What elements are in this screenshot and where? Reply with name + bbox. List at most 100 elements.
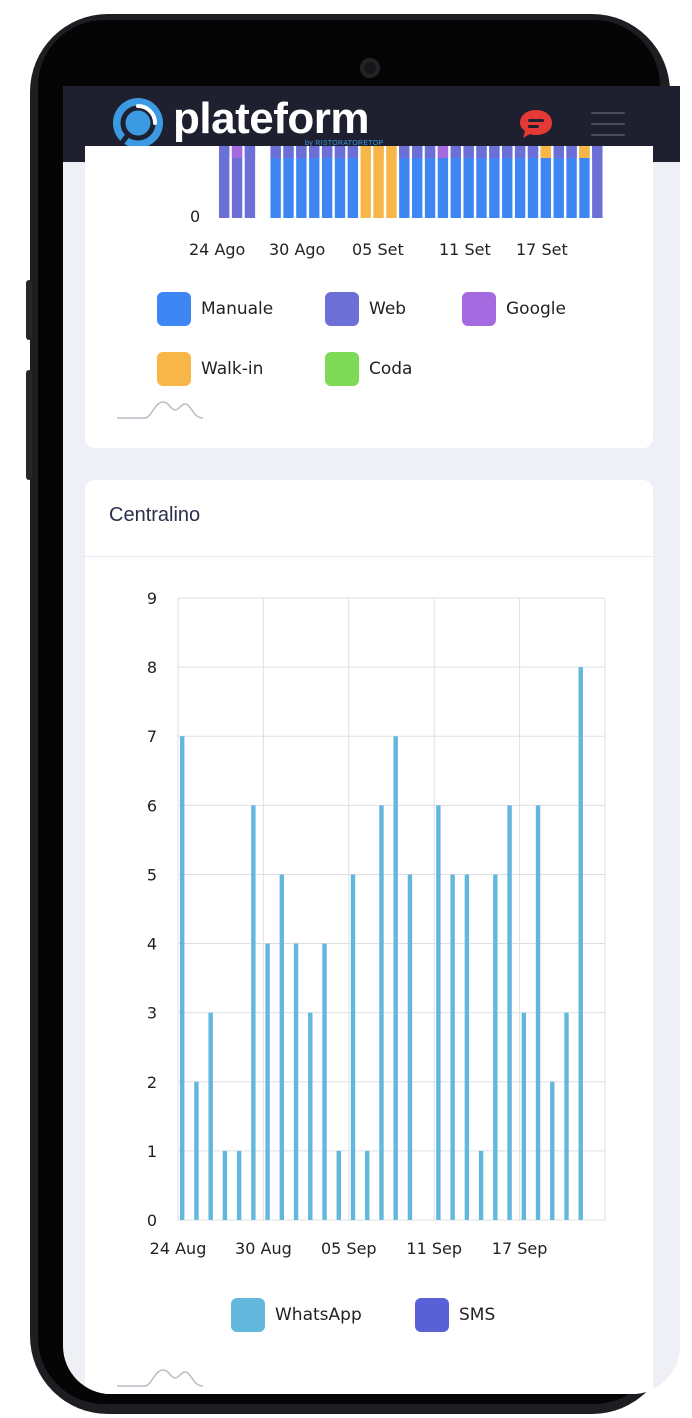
- bar-whatsapp: [436, 805, 441, 1220]
- y-tick-label: 4: [147, 935, 157, 954]
- stacked-bar-segment: [437, 146, 449, 158]
- stacked-bar-segment: [283, 146, 294, 158]
- legend-item-coda[interactable]: Coda: [325, 352, 412, 386]
- bar-whatsapp: [194, 1081, 199, 1220]
- stacked-bar-segment: [489, 146, 500, 158]
- stacked-bar-segment: [399, 146, 410, 158]
- stacked-bar-segment: [514, 146, 526, 158]
- stacked-bar-segment: [553, 146, 564, 158]
- legend-swatch: [325, 292, 359, 326]
- y-tick-label: 1: [147, 1142, 157, 1161]
- bar-whatsapp: [350, 874, 356, 1220]
- y-tick-label: 0: [190, 207, 200, 226]
- legend-swatch: [325, 352, 359, 386]
- legend-swatch: [157, 292, 191, 326]
- bar-whatsapp: [507, 805, 512, 1220]
- card-title: Centralino: [109, 504, 201, 526]
- legend-item-whatsapp[interactable]: WhatsApp: [231, 1298, 362, 1332]
- bar-whatsapp: [379, 805, 384, 1220]
- stacked-bar-segment: [502, 146, 513, 158]
- stacked-bar-segment: [579, 146, 590, 158]
- bar-whatsapp: [450, 874, 455, 1220]
- bar-whatsapp: [521, 1012, 526, 1220]
- bar-whatsapp: [236, 1150, 242, 1220]
- stacked-bar-segment: [321, 146, 333, 158]
- legend-swatch: [231, 1298, 265, 1332]
- x-tick-label: 24 Ago: [189, 240, 245, 259]
- x-tick-label: 30 Ago: [269, 240, 325, 259]
- stacked-bar-segment: [463, 146, 474, 158]
- legend-label: Coda: [369, 359, 413, 379]
- bar-whatsapp: [251, 805, 256, 1220]
- stacked-bar-segment: [244, 146, 256, 158]
- stacked-bar-segment: [231, 146, 243, 158]
- x-tick-label: 17 Sep: [492, 1239, 548, 1258]
- bar-whatsapp: [550, 1081, 555, 1220]
- bar-whatsapp: [180, 736, 185, 1220]
- bar-whatsapp: [393, 736, 398, 1220]
- legend-label: Web: [369, 299, 407, 319]
- chart-grid: [177, 597, 606, 1221]
- bar-whatsapp: [208, 1012, 213, 1220]
- x-tick-label: 17 Set: [516, 240, 568, 259]
- stacked-bars: [219, 146, 603, 218]
- legend-label: SMS: [459, 1305, 496, 1325]
- stacked-bar-segment: [450, 146, 461, 158]
- stacked-bar-segment: [527, 146, 539, 158]
- menu-line: [591, 123, 625, 125]
- legend-item-walk-in[interactable]: Walk-in: [157, 352, 263, 386]
- bar-whatsapp: [493, 874, 498, 1220]
- x-tick-label: 11 Set: [439, 240, 491, 259]
- legend-swatch: [415, 1298, 449, 1332]
- card-divider: [85, 556, 653, 557]
- legend-item-web[interactable]: Web: [325, 292, 406, 326]
- sparkline-icon: [117, 1369, 204, 1387]
- front-camera: [360, 58, 380, 78]
- legend-item-manuale[interactable]: Manuale: [157, 292, 273, 326]
- chat-bubble-icon[interactable]: [519, 108, 553, 140]
- stacked-bar-segment: [270, 146, 281, 158]
- bar-whatsapp: [478, 1150, 484, 1220]
- stacked-bar-segment: [219, 146, 230, 158]
- legend-label: Manuale: [201, 299, 274, 319]
- stacked-bar-segment: [386, 146, 397, 158]
- y-tick-label: 9: [147, 589, 157, 608]
- y-tick-label: 8: [147, 658, 157, 677]
- legend-swatch: [157, 352, 191, 386]
- legend-label: Google: [506, 299, 566, 319]
- bar-whatsapp: [293, 943, 299, 1220]
- bar-whatsapp: [564, 1012, 569, 1220]
- y-tick-label: 2: [147, 1073, 157, 1092]
- x-tick-label: 05 Set: [352, 240, 404, 259]
- logo-mark-icon[interactable]: [111, 96, 165, 150]
- legend-swatch: [462, 292, 496, 326]
- reservations-chart-card: 0 24 Ago 30 Ago 05 Set 11 Set 17 Set Man…: [85, 146, 653, 448]
- menu-line: [591, 112, 625, 114]
- legend-item-sms[interactable]: SMS: [415, 1298, 495, 1332]
- legend-item-google[interactable]: Google: [462, 292, 566, 326]
- stacked-bar-segment: [373, 146, 384, 158]
- y-tick-label: 7: [147, 727, 157, 746]
- bar-whatsapp: [322, 943, 327, 1220]
- x-axis-ticks: 24 Aug 30 Aug 05 Sep 11 Sep 17 Sep: [150, 1239, 548, 1258]
- legend-label: WhatsApp: [275, 1305, 362, 1325]
- centralino-card: Centralino 0 1 2 3 4 5 6 7 8 9 24 Aug 30 Aug 05 Sep…: [85, 480, 653, 1394]
- hamburger-menu-icon[interactable]: [591, 112, 625, 136]
- x-tick-label: 05 Sep: [321, 1239, 377, 1258]
- sparkline-icon: [117, 401, 204, 419]
- x-tick-label: 30 Aug: [235, 1239, 292, 1258]
- menu-line: [591, 134, 625, 136]
- bar-whatsapp: [365, 1150, 370, 1220]
- power-button: [26, 280, 32, 340]
- y-tick-label: 6: [147, 796, 157, 815]
- bar-whatsapp: [407, 874, 413, 1220]
- brand-wordmark[interactable]: plateform: [173, 94, 369, 144]
- stacked-bar-segment: [309, 146, 320, 158]
- bar-whatsapp: [265, 943, 270, 1220]
- bar-whatsapp: [535, 805, 541, 1220]
- y-tick-label: 0: [147, 1211, 157, 1230]
- app-screen: plateform by RISTORATORETOP 0 24 Ago 30 …: [63, 86, 680, 1394]
- stacked-bar-segment: [592, 146, 603, 158]
- bar-whatsapp: [308, 1012, 313, 1220]
- y-axis-ticks: 0 1 2 3 4 5 6 7 8 9: [147, 589, 157, 1230]
